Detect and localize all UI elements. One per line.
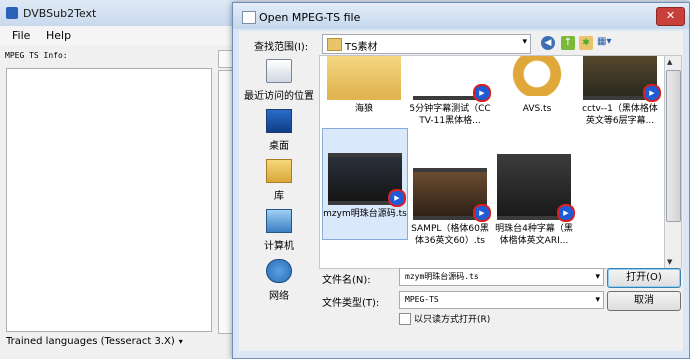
file-name: SAMPL（格体60黑体36英文60）.ts	[411, 224, 489, 246]
scroll-thumb[interactable]	[666, 70, 681, 222]
file-name: 明珠台4种字幕（黑体楷体英文ARI...	[495, 224, 573, 246]
file-item-folder[interactable]: 海狼	[322, 56, 406, 115]
trained-languages-dropdown[interactable]: Trained languages (Tesseract 3.X) ▾	[6, 336, 183, 347]
file-list[interactable]: 海狼 ▶ 5分钟字幕测试（CCTV-11黑体格... AVS.ts ▶ cctv…	[319, 55, 666, 269]
trained-languages-label: Trained languages (Tesseract 3.X)	[6, 336, 175, 347]
place-label: 桌面	[269, 141, 289, 152]
dialog-window-icon	[242, 11, 256, 24]
place-label: 网络	[269, 291, 289, 302]
app-title: DVBSub2Text	[23, 7, 97, 20]
readonly-checkbox[interactable]	[399, 313, 411, 325]
dialog-body: 查找范围(I): TS素材 ▾ ◀ ↑ ✱ ▦▾ 最近访问的位置 桌面 库 计算…	[239, 31, 683, 351]
file-item[interactable]: ▶ 5分钟字幕测试（CCTV-11黑体格...	[408, 56, 492, 127]
play-badge-icon: ▶	[388, 189, 406, 207]
file-name-label: 文件名(N):	[322, 275, 371, 286]
file-name: 海狼	[354, 104, 373, 114]
desktop-icon	[266, 109, 292, 133]
mpeg-ts-info-label: MPEG TS Info:	[5, 51, 68, 60]
play-badge-icon: ▶	[557, 204, 575, 222]
place-computer[interactable]: 计算机	[240, 209, 318, 252]
chevron-down-icon: ▾	[522, 37, 527, 47]
file-item[interactable]: AVS.ts	[495, 56, 579, 115]
file-item[interactable]: ▶ 明珠台4种字幕（黑体楷体英文ARI...	[492, 154, 576, 247]
readonly-label: 以只读方式打开(R)	[414, 315, 491, 325]
scroll-down-icon[interactable]: ▼	[667, 258, 672, 266]
play-badge-icon: ▶	[643, 84, 661, 102]
video-file-icon: ▶	[583, 56, 661, 102]
chevron-down-icon[interactable]: ▾	[595, 292, 600, 308]
chevron-down-icon: ▾	[178, 337, 183, 346]
open-button[interactable]: 打开(O)	[607, 268, 681, 288]
look-in-value: TS素材	[345, 42, 378, 53]
up-folder-icon[interactable]: ↑	[561, 36, 575, 50]
file-name: AVS.ts	[522, 104, 552, 114]
video-file-icon: ▶	[497, 154, 575, 222]
look-in-combobox[interactable]: TS素材 ▾	[322, 34, 531, 54]
scroll-up-icon[interactable]: ▲	[667, 58, 672, 66]
place-library[interactable]: 库	[240, 159, 318, 202]
look-in-label: 查找范围(I):	[254, 42, 309, 53]
file-item[interactable]: ▶ SAMPL（格体60黑体36英文60）.ts	[408, 168, 492, 247]
new-folder-icon[interactable]: ✱	[579, 36, 593, 50]
video-file-icon: ▶	[413, 168, 491, 222]
place-desktop[interactable]: 桌面	[240, 109, 318, 152]
file-name-value: mzym明珠台源码.ts	[405, 272, 479, 281]
app-icon	[6, 7, 18, 19]
place-network[interactable]: 网络	[240, 259, 318, 302]
chevron-down-icon[interactable]: ▾	[595, 269, 600, 285]
file-name: 5分钟字幕测试（CCTV-11黑体格...	[409, 104, 491, 126]
file-type-label: 文件类型(T):	[322, 298, 380, 309]
recent-places-icon	[266, 59, 292, 83]
file-item[interactable]: ▶ cctv--1（黑体格体英文等6层字幕...	[578, 56, 662, 127]
play-badge-icon: ▶	[473, 84, 491, 102]
video-file-icon: ▶	[328, 153, 406, 207]
file-item-selected[interactable]: ▶ mzym明珠台源码.ts	[322, 128, 408, 240]
computer-icon	[266, 209, 292, 233]
views-menu-icon[interactable]: ▦▾	[597, 36, 619, 50]
close-button[interactable]: ✕	[656, 7, 685, 26]
dialog-title: Open MPEG-TS file	[259, 11, 361, 24]
places-bar: 最近访问的位置 桌面 库 计算机 网络	[240, 55, 318, 302]
network-icon	[266, 259, 292, 283]
cancel-button[interactable]: 取消	[607, 291, 681, 311]
place-label: 库	[274, 191, 284, 202]
folder-icon	[327, 56, 401, 100]
menu-help[interactable]: Help	[46, 29, 71, 42]
file-type-value: MPEG-TS	[405, 295, 439, 304]
file-name-field[interactable]: mzym明珠台源码.ts ▾	[399, 268, 604, 286]
ts-info-panel[interactable]	[6, 68, 212, 332]
file-list-scrollbar[interactable]: ▲ ▼	[664, 55, 682, 269]
place-label: 计算机	[264, 241, 294, 252]
dialog-titlebar: Open MPEG-TS file ✕	[233, 3, 689, 29]
library-icon	[266, 159, 292, 183]
file-name: cctv--1（黑体格体英文等6层字幕...	[582, 104, 658, 126]
open-file-dialog: Open MPEG-TS file ✕ 查找范围(I): TS素材 ▾ ◀ ↑ …	[232, 2, 690, 359]
menu-file[interactable]: File	[12, 29, 30, 42]
play-badge-icon: ▶	[473, 204, 491, 222]
file-name: mzym明珠台源码.ts	[323, 209, 407, 219]
place-recent[interactable]: 最近访问的位置	[240, 59, 318, 102]
media-file-icon	[500, 56, 574, 100]
folder-icon	[327, 38, 342, 51]
place-label: 最近访问的位置	[244, 91, 314, 102]
back-icon[interactable]: ◀	[541, 36, 555, 50]
video-file-icon: ▶	[413, 56, 491, 102]
file-type-select[interactable]: MPEG-TS ▾	[399, 291, 604, 309]
